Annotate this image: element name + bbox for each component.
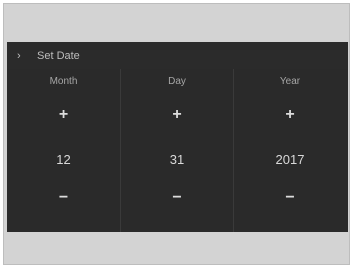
day-value: 31 [169,152,185,167]
month-value: 12 [56,152,71,167]
minus-icon[interactable]: − [7,189,120,207]
day-label: Day [168,76,186,87]
year-value: 2017 [275,152,305,167]
plus-icon[interactable]: + [121,106,233,124]
minus-icon[interactable]: − [234,189,346,207]
month-column: Month + 12 − [7,69,120,232]
minus-icon[interactable]: − [121,189,233,207]
date-picker-panel: Month + 12 − Day + 31 − Year + 2017 − [7,69,348,232]
day-column: Day + 31 − [120,69,233,232]
chevron-right-icon[interactable]: › [17,50,27,62]
page-title: Set Date [37,49,80,62]
year-column: Year + 2017 − [233,69,346,232]
plus-icon[interactable]: + [7,106,120,124]
year-label: Year [279,76,301,87]
plus-icon[interactable]: + [234,106,346,124]
set-date-header: › Set Date [7,42,348,69]
set-date-screen: › Set Date Month + 12 − Day + 31 − Year … [7,42,348,232]
month-label: Month [49,76,78,87]
